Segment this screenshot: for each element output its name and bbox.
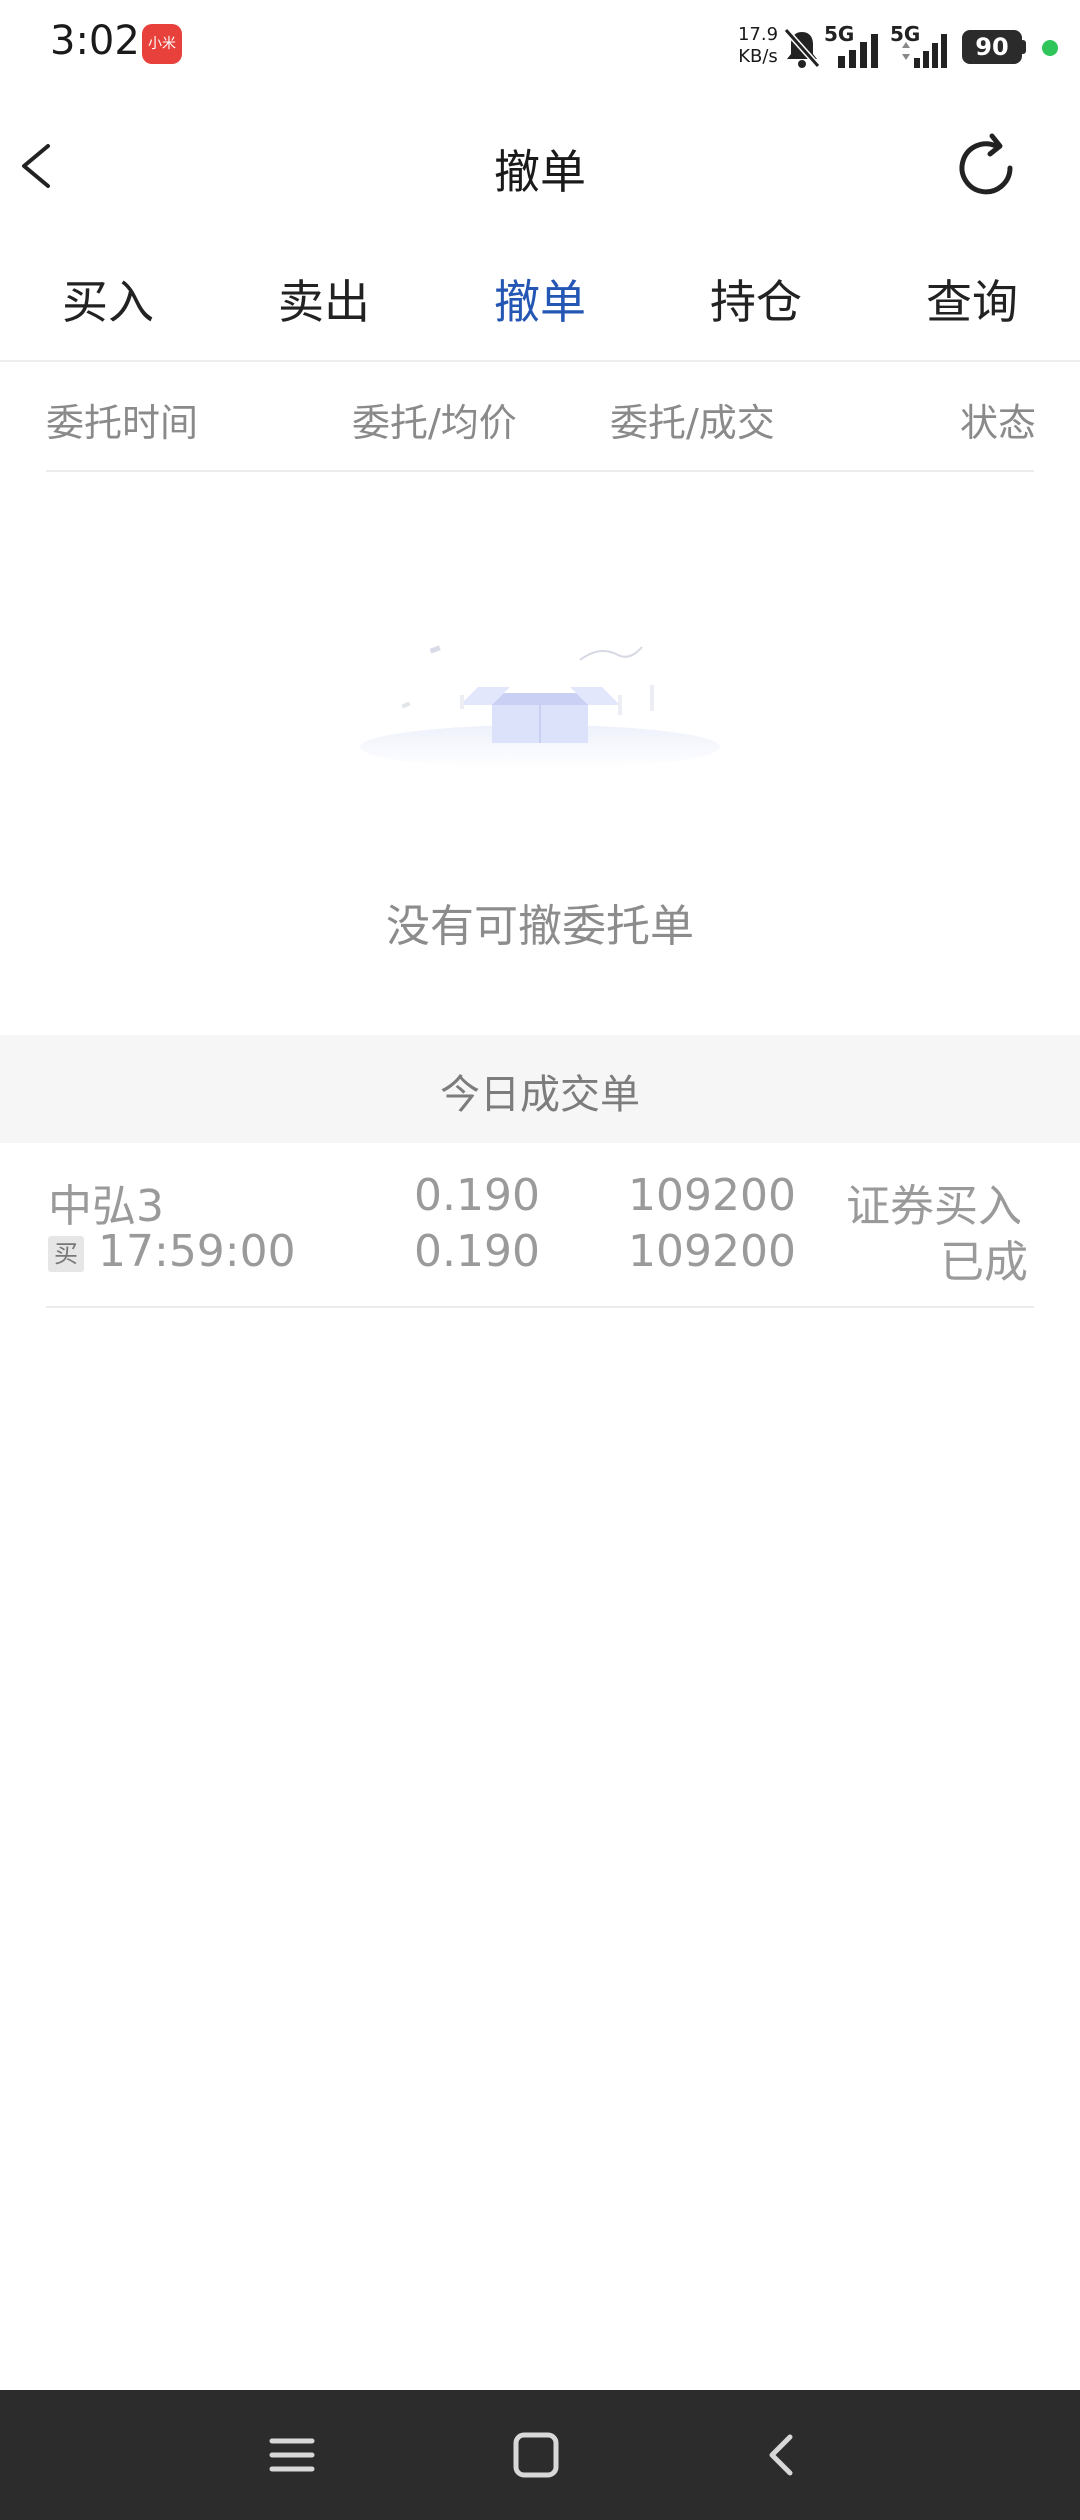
status-bar: 3:02 小米 17.9 KB/s 5G 5G 90 xyxy=(0,0,1080,100)
back-arrow-icon xyxy=(22,144,50,188)
network-speed-value: 17.9 xyxy=(737,24,779,45)
system-navigation-bar xyxy=(0,2390,1080,2520)
refresh-button[interactable] xyxy=(950,132,1022,204)
nav-back-button[interactable] xyxy=(752,2425,812,2485)
order-quantity: 109200 xyxy=(628,1170,796,1221)
refresh-icon xyxy=(959,133,1013,195)
tab-positions[interactable]: 持仓 xyxy=(648,262,864,342)
column-header-price: 委托/均价 xyxy=(352,401,517,445)
tab-sell[interactable]: 卖出 xyxy=(216,262,432,342)
app-notification-icon: 小米 xyxy=(142,24,182,64)
signal-icon xyxy=(838,34,878,68)
battery-icon: 90 xyxy=(962,30,1022,64)
tabs-divider xyxy=(0,360,1080,362)
network-speed-unit: KB/s xyxy=(738,46,778,67)
mute-bell-icon xyxy=(783,28,821,68)
menu-button[interactable] xyxy=(262,2425,322,2485)
header-divider xyxy=(46,470,1034,472)
charging-dot xyxy=(1042,40,1058,56)
status-time: 3:02 xyxy=(50,18,140,64)
today-section-title: 今日成交单 xyxy=(440,1072,640,1118)
column-header-status: 状态 xyxy=(960,401,1037,445)
buy-side-tag: 买 xyxy=(48,1236,84,1272)
empty-box-icon xyxy=(360,645,720,769)
row-divider xyxy=(46,1306,1034,1308)
order-price: 0.190 xyxy=(414,1170,540,1221)
trade-type: 证券买入 xyxy=(846,1181,1022,1232)
tab-buy[interactable]: 买入 xyxy=(0,262,216,342)
home-button[interactable] xyxy=(506,2425,566,2485)
menu-icon xyxy=(269,2438,315,2472)
tab-query[interactable]: 查询 xyxy=(864,262,1080,342)
column-header-order-time: 委托时间 xyxy=(46,401,199,445)
deal-quantity: 109200 xyxy=(628,1226,796,1277)
back-triangle-icon xyxy=(769,2434,793,2476)
home-square-icon xyxy=(513,2432,559,2478)
battery-tip xyxy=(1022,40,1026,54)
page-title: 撤单 xyxy=(494,145,586,199)
tab-cancel-order[interactable]: 撤单 xyxy=(432,262,648,342)
empty-state-message: 没有可撤委托单 xyxy=(386,901,694,952)
stock-name: 中弘3 xyxy=(48,1181,164,1232)
tab-bar: 买入 卖出 撤单 持仓 查询 xyxy=(0,262,1080,352)
signal-icon xyxy=(902,34,947,68)
order-time: 17:59:00 xyxy=(98,1226,296,1277)
network-speed: 17.9 KB/s xyxy=(728,24,788,68)
order-status: 已成 xyxy=(940,1237,1028,1288)
column-header-quantity: 委托/成交 xyxy=(610,401,775,445)
average-price: 0.190 xyxy=(414,1226,540,1277)
back-button[interactable] xyxy=(10,128,70,208)
